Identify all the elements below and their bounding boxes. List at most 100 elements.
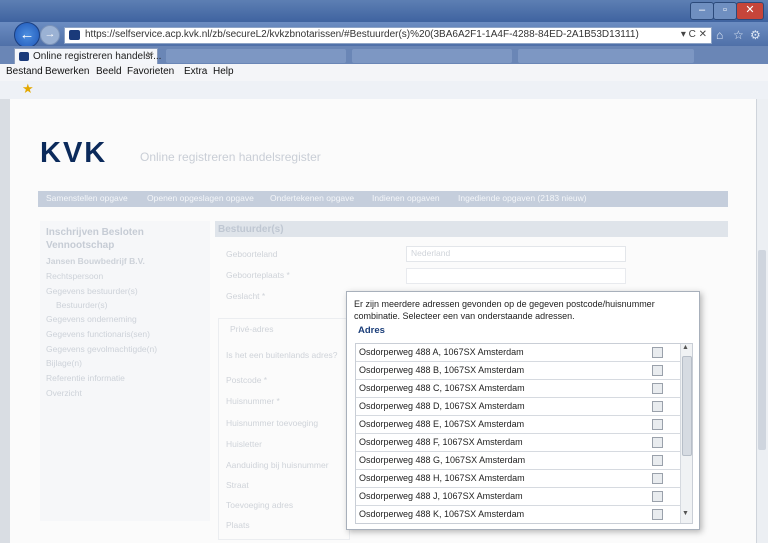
forward-arrow-icon[interactable]: → <box>40 25 60 45</box>
address-text: Osdorperweg 488 F, 1067SX Amsterdam <box>359 437 523 447</box>
section-title: Bestuurder(s) <box>218 224 284 235</box>
address-row[interactable]: Osdorperweg 488 G, 1067SX Amsterdam <box>356 452 680 470</box>
select-address-icon[interactable] <box>652 473 663 484</box>
step-samenstellen[interactable]: Samenstellen opgave <box>46 193 128 203</box>
popup-message: Er zijn meerdere adressen gevonden op de… <box>354 299 655 321</box>
menu-beeld[interactable]: Beeld <box>96 66 122 77</box>
address-text: Osdorperweg 488 G, 1067SX Amsterdam <box>359 455 526 465</box>
left-nav-item[interactable]: Referentie informatie <box>46 373 125 383</box>
address-row[interactable]: Osdorperweg 488 H, 1067SX Amsterdam <box>356 470 680 488</box>
address-text: Osdorperweg 488 K, 1067SX Amsterdam <box>359 509 525 519</box>
address-row[interactable]: Osdorperweg 488 C, 1067SX Amsterdam <box>356 380 680 398</box>
select-address-icon[interactable] <box>652 383 663 394</box>
left-nav-item[interactable]: Gegevens onderneming <box>46 314 137 324</box>
address-text: Osdorperweg 488 D, 1067SX Amsterdam <box>359 401 525 411</box>
address-text: Osdorperweg 488 J, 1067SX Amsterdam <box>359 491 523 501</box>
address-row[interactable]: Osdorperweg 488 E, 1067SX Amsterdam <box>356 416 680 434</box>
select-address-icon[interactable] <box>652 365 663 376</box>
select-address-icon[interactable] <box>652 419 663 430</box>
home-icon[interactable]: ⌂ <box>716 28 723 42</box>
close-window-button[interactable]: ✕ <box>736 2 764 20</box>
favorites-star-icon[interactable]: ☆ <box>733 28 744 42</box>
favicon-icon <box>69 30 80 40</box>
tab-active[interactable]: Online registreren handelsr... ✕ <box>14 48 162 65</box>
address-row[interactable]: Osdorperweg 488 K, 1067SX Amsterdam <box>356 506 680 523</box>
label-plaats: Plaats <box>226 520 250 530</box>
tab-favicon-icon <box>19 52 29 61</box>
left-nav-item[interactable]: Gegevens gevolmachtigde(n) <box>46 344 157 354</box>
label-straat: Straat <box>226 480 249 490</box>
select-address-icon[interactable] <box>652 509 663 520</box>
url-text[interactable]: https://selfservice.acp.kvk.nl/zb/secure… <box>85 29 639 40</box>
select-address-icon[interactable] <box>652 347 663 358</box>
scroll-down-icon[interactable]: ▼ <box>682 510 689 517</box>
back-arrow-icon[interactable]: ← <box>14 22 40 48</box>
address-bar[interactable]: https://selfservice.acp.kvk.nl/zb/secure… <box>64 27 712 44</box>
select-address-icon[interactable] <box>652 401 663 412</box>
address-row[interactable]: Osdorperweg 488 A, 1067SX Amsterdam <box>356 344 680 362</box>
step-indienen[interactable]: Indienen opgaven <box>372 193 440 203</box>
left-nav-panel <box>40 221 210 521</box>
left-nav-item[interactable]: Gegevens functionaris(sen) <box>46 329 150 339</box>
step-ingediende[interactable]: Ingediende opgaven (2183 nieuw) <box>458 193 587 203</box>
geboorteland-value: Nederland <box>411 248 451 258</box>
label-huisnummer: Huisnummer * <box>226 396 280 406</box>
address-row[interactable]: Osdorperweg 488 D, 1067SX Amsterdam <box>356 398 680 416</box>
tab-close-icon[interactable]: ✕ <box>146 50 154 61</box>
tab-title: Online registreren handelsr... <box>33 51 162 62</box>
label-aanduiding: Aanduiding bij huisnummer <box>226 460 329 470</box>
address-row[interactable]: Osdorperweg 488 J, 1067SX Amsterdam <box>356 488 680 506</box>
address-column-header: Adres <box>358 325 385 336</box>
scroll-up-icon[interactable]: ▲ <box>682 344 689 351</box>
select-address-icon[interactable] <box>652 455 663 466</box>
geboorteland-select[interactable]: Nederland <box>406 246 626 262</box>
left-nav-item[interactable]: Rechtspersoon <box>46 271 103 281</box>
menu-extra[interactable]: Extra <box>184 66 207 77</box>
label-geboorteland: Geboorteland <box>226 249 278 259</box>
label-prive-adres: Privé-adres <box>230 324 274 334</box>
label-postcode: Postcode * <box>226 375 268 385</box>
page-left-edge <box>0 99 10 543</box>
address-text: Osdorperweg 488 H, 1067SX Amsterdam <box>359 473 525 483</box>
url-controls[interactable]: ▾ C ✕ <box>681 29 707 40</box>
address-row[interactable]: Osdorperweg 488 B, 1067SX Amsterdam <box>356 362 680 380</box>
favorites-bar-star-icon[interactable]: ★ <box>22 81 34 97</box>
tab-background[interactable] <box>166 49 346 63</box>
tab-background[interactable] <box>518 49 694 63</box>
menu-favorieten[interactable]: Favorieten <box>127 66 174 77</box>
left-nav-item[interactable]: Jansen Bouwbedrijf B.V. <box>46 256 145 266</box>
settings-gear-icon[interactable]: ⚙ <box>750 28 761 42</box>
left-nav-item[interactable]: Gegevens bestuurder(s) <box>46 286 138 296</box>
address-text: Osdorperweg 488 B, 1067SX Amsterdam <box>359 365 525 375</box>
left-nav-heading: Inschrijven Besloten Vennootschap <box>46 227 144 251</box>
left-nav-item[interactable]: Bijlage(n) <box>46 358 82 368</box>
address-text: Osdorperweg 488 A, 1067SX Amsterdam <box>359 347 524 357</box>
menu-help[interactable]: Help <box>213 66 234 77</box>
maximize-button[interactable]: ▫ <box>713 2 737 20</box>
step-ondertekenen[interactable]: Ondertekenen opgave <box>270 193 354 203</box>
favorites-bar <box>0 81 768 99</box>
label-buitenlands-adres: Is het een buitenlands adres? <box>226 350 338 360</box>
address-text: Osdorperweg 488 C, 1067SX Amsterdam <box>359 383 525 393</box>
address-row[interactable]: Osdorperweg 488 F, 1067SX Amsterdam <box>356 434 680 452</box>
label-huisletter: Huisletter <box>226 439 262 449</box>
tab-background[interactable] <box>352 49 512 63</box>
section-header <box>215 221 728 237</box>
address-list[interactable]: Osdorperweg 488 A, 1067SX Amsterdam Osdo… <box>355 343 693 524</box>
menu-bestand[interactable]: Bestand <box>6 66 43 77</box>
address-text: Osdorperweg 488 E, 1067SX Amsterdam <box>359 419 525 429</box>
menu-bewerken[interactable]: Bewerken <box>45 66 89 77</box>
window-titlebar <box>0 0 768 22</box>
left-nav-item[interactable]: Overzicht <box>46 388 82 398</box>
kvk-logo: KVK <box>40 137 108 169</box>
geboorteplaats-input[interactable] <box>406 268 626 284</box>
minimize-button[interactable]: – <box>690 2 714 20</box>
label-geboorteplaats: Geboorteplaats * <box>226 270 290 280</box>
page-scrollbar-thumb[interactable] <box>758 250 766 450</box>
left-nav-item-active[interactable]: Bestuurder(s) <box>56 300 108 310</box>
select-address-icon[interactable] <box>652 437 663 448</box>
label-toevoeging-adres: Toevoeging adres <box>226 500 294 510</box>
step-openen[interactable]: Openen opgeslagen opgave <box>147 193 254 203</box>
address-list-scroll-thumb[interactable] <box>682 356 692 456</box>
select-address-icon[interactable] <box>652 491 663 502</box>
